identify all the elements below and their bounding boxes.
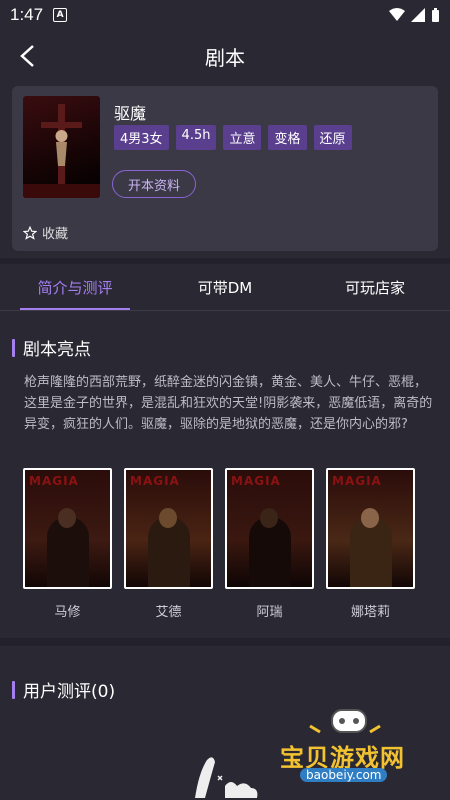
favorite-button[interactable]: 收藏 [23, 223, 68, 242]
page-title: 剧本 [205, 45, 245, 70]
heading-accent-bar [12, 680, 15, 699]
navigation-bar: 剧本 [0, 30, 450, 82]
watermark-url: baobeiy.com [300, 768, 388, 782]
portrait-caption: MAGIA [130, 474, 180, 488]
character-card[interactable]: MAGIA 马修 [23, 468, 112, 620]
tab-bar: 简介与测评 可带DM 可玩店家 [0, 264, 450, 310]
open-materials-button[interactable]: 开本资料 [112, 170, 196, 198]
wifi-icon [389, 8, 405, 21]
status-bar: 1:47 A [0, 0, 450, 30]
tab-intro-reviews[interactable]: 简介与测评 [0, 264, 150, 310]
portrait-caption: MAGIA [332, 474, 382, 488]
tag-duration: 4.5h [175, 125, 217, 150]
favorite-label: 收藏 [42, 227, 69, 242]
tag-restore: 还原 [313, 125, 352, 150]
character-name: 艾德 [155, 605, 182, 620]
tag-theme: 立意 [223, 125, 262, 150]
tab-stores[interactable]: 可玩店家 [300, 264, 450, 310]
character-card[interactable]: MAGIA 娜塔莉 [326, 468, 415, 620]
section-divider [0, 638, 450, 646]
character-name: 阿瑞 [256, 605, 283, 620]
portrait-caption: MAGIA [231, 474, 281, 488]
highlights-heading: 剧本亮点 [12, 335, 91, 360]
cross-figure-icon [23, 104, 100, 198]
script-tags: 4男3女 4.5h 立意 变格 还原 [114, 125, 352, 150]
reviews-heading: 用户测评(0) [12, 677, 115, 702]
signal-icon [411, 8, 425, 22]
character-name: 娜塔莉 [350, 605, 390, 620]
portrait-caption: MAGIA [29, 474, 79, 488]
character-portrait: MAGIA [225, 468, 314, 589]
character-card[interactable]: MAGIA 艾德 [124, 468, 213, 620]
doodle-decoration [195, 757, 258, 798]
tab-dm[interactable]: 可带DM [150, 264, 300, 310]
highlights-title: 剧本亮点 [23, 340, 91, 360]
tag-variant: 变格 [268, 125, 307, 150]
notification-a-icon: A [53, 8, 68, 22]
character-card[interactable]: MAGIA 阿瑞 [225, 468, 314, 620]
back-arrow-icon[interactable] [18, 44, 38, 68]
character-name: 马修 [54, 605, 81, 620]
highlights-description: 枪声隆隆的西部荒野，纸醉金迷的闪金镇，黄金、美人、牛仔、恶棍，这里是金子的世界，… [24, 375, 433, 432]
reviews-title: 用户测评(0) [23, 682, 116, 702]
battery-icon [432, 7, 439, 22]
character-list: MAGIA 马修 MAGIA 艾德 MAGIA 阿瑞 MAGIA 娜塔莉 [23, 468, 450, 620]
script-title: 驱魔 [114, 104, 147, 123]
script-cover-image[interactable] [23, 96, 100, 198]
character-portrait: MAGIA [23, 468, 112, 589]
heading-accent-bar [12, 338, 15, 357]
script-info-card: 驱魔 4男3女 4.5h 立意 变格 还原 开本资料 收藏 [12, 86, 438, 251]
tabs-divider [0, 310, 450, 311]
character-portrait: MAGIA [124, 468, 213, 589]
character-portrait: MAGIA [326, 468, 415, 589]
watermark-logo: 宝贝游戏网 baobeiy.com [270, 708, 450, 800]
status-time: 1:47 [10, 5, 44, 24]
star-icon [23, 225, 37, 240]
tag-players: 4男3女 [114, 125, 169, 150]
